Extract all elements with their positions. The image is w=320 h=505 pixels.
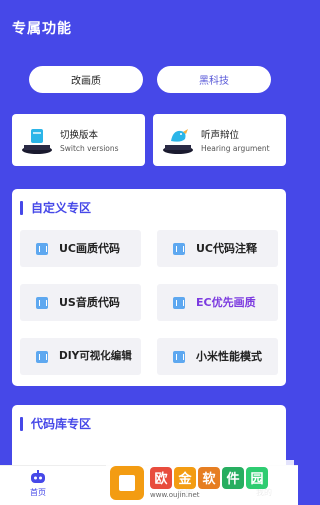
watermark-char: 园	[246, 466, 268, 489]
bird-stand-icon	[161, 123, 195, 157]
cube-stand-icon	[20, 123, 54, 157]
code-icon	[36, 296, 48, 309]
tile-label: 小米性能模式	[196, 350, 262, 363]
watermark: 欧 金 软 件 园 www.oujin.net	[106, 460, 294, 505]
uc-quality-code-tile[interactable]: UC画质代码	[20, 230, 141, 267]
watermark-url: www.oujin.net	[150, 490, 200, 499]
section-header: 自定义专区	[20, 199, 91, 216]
tile-label: US音质代码	[59, 296, 120, 309]
watermark-chars: 欧 金 软 件 园	[150, 466, 270, 489]
section-title: 代码库专区	[31, 417, 92, 431]
watermark-logo-icon	[110, 465, 144, 500]
section-title: 自定义专区	[31, 201, 92, 215]
feature-title: 听声辩位	[201, 130, 240, 141]
tile-label: DIY可视化编辑	[59, 350, 132, 362]
improve-quality-button[interactable]: 改画质	[29, 66, 143, 93]
watermark-char: 欧	[150, 466, 172, 489]
section-accent-bar	[20, 416, 23, 431]
code-icon	[173, 242, 185, 255]
xiaomi-performance-tile[interactable]: 小米性能模式	[157, 338, 278, 375]
us-sound-code-tile[interactable]: US音质代码	[20, 284, 141, 321]
feature-subtitle: Switch versions	[60, 144, 119, 153]
tile-label: UC画质代码	[59, 242, 121, 255]
code-icon	[173, 296, 185, 309]
section-header: 代码库专区	[20, 415, 91, 432]
section-accent-bar	[20, 200, 23, 215]
page-title: 专属功能	[12, 21, 72, 37]
code-icon	[36, 242, 48, 255]
nav-home[interactable]: 首页	[18, 470, 58, 498]
code-icon	[173, 350, 185, 363]
diy-visual-editor-tile[interactable]: DIY可视化编辑	[20, 338, 141, 375]
feature-title: 切换版本	[60, 130, 99, 141]
custom-section-panel: 自定义专区 UC画质代码 UC代码注释 US音质代码 EC优先画质 DIY可视化…	[12, 189, 286, 386]
feature-subtitle: Hearing argument	[201, 144, 270, 153]
uc-code-comment-tile[interactable]: UC代码注释	[157, 230, 278, 267]
watermark-char: 件	[222, 466, 244, 489]
tile-label: EC优先画质	[196, 296, 256, 309]
nav-label: 首页	[30, 488, 46, 497]
switch-version-card[interactable]: 切换版本 Switch versions	[12, 114, 145, 166]
hearing-argument-card[interactable]: 听声辩位 Hearing argument	[153, 114, 286, 166]
code-icon	[36, 350, 48, 363]
code-library-panel: 代码库专区	[12, 405, 286, 465]
watermark-char: 金	[174, 466, 196, 489]
black-tech-button[interactable]: 黑科技	[157, 66, 271, 93]
ec-priority-quality-tile[interactable]: EC优先画质	[157, 284, 278, 321]
watermark-char: 软	[198, 466, 220, 489]
robot-icon	[31, 470, 45, 483]
tile-label: UC代码注释	[196, 242, 258, 255]
